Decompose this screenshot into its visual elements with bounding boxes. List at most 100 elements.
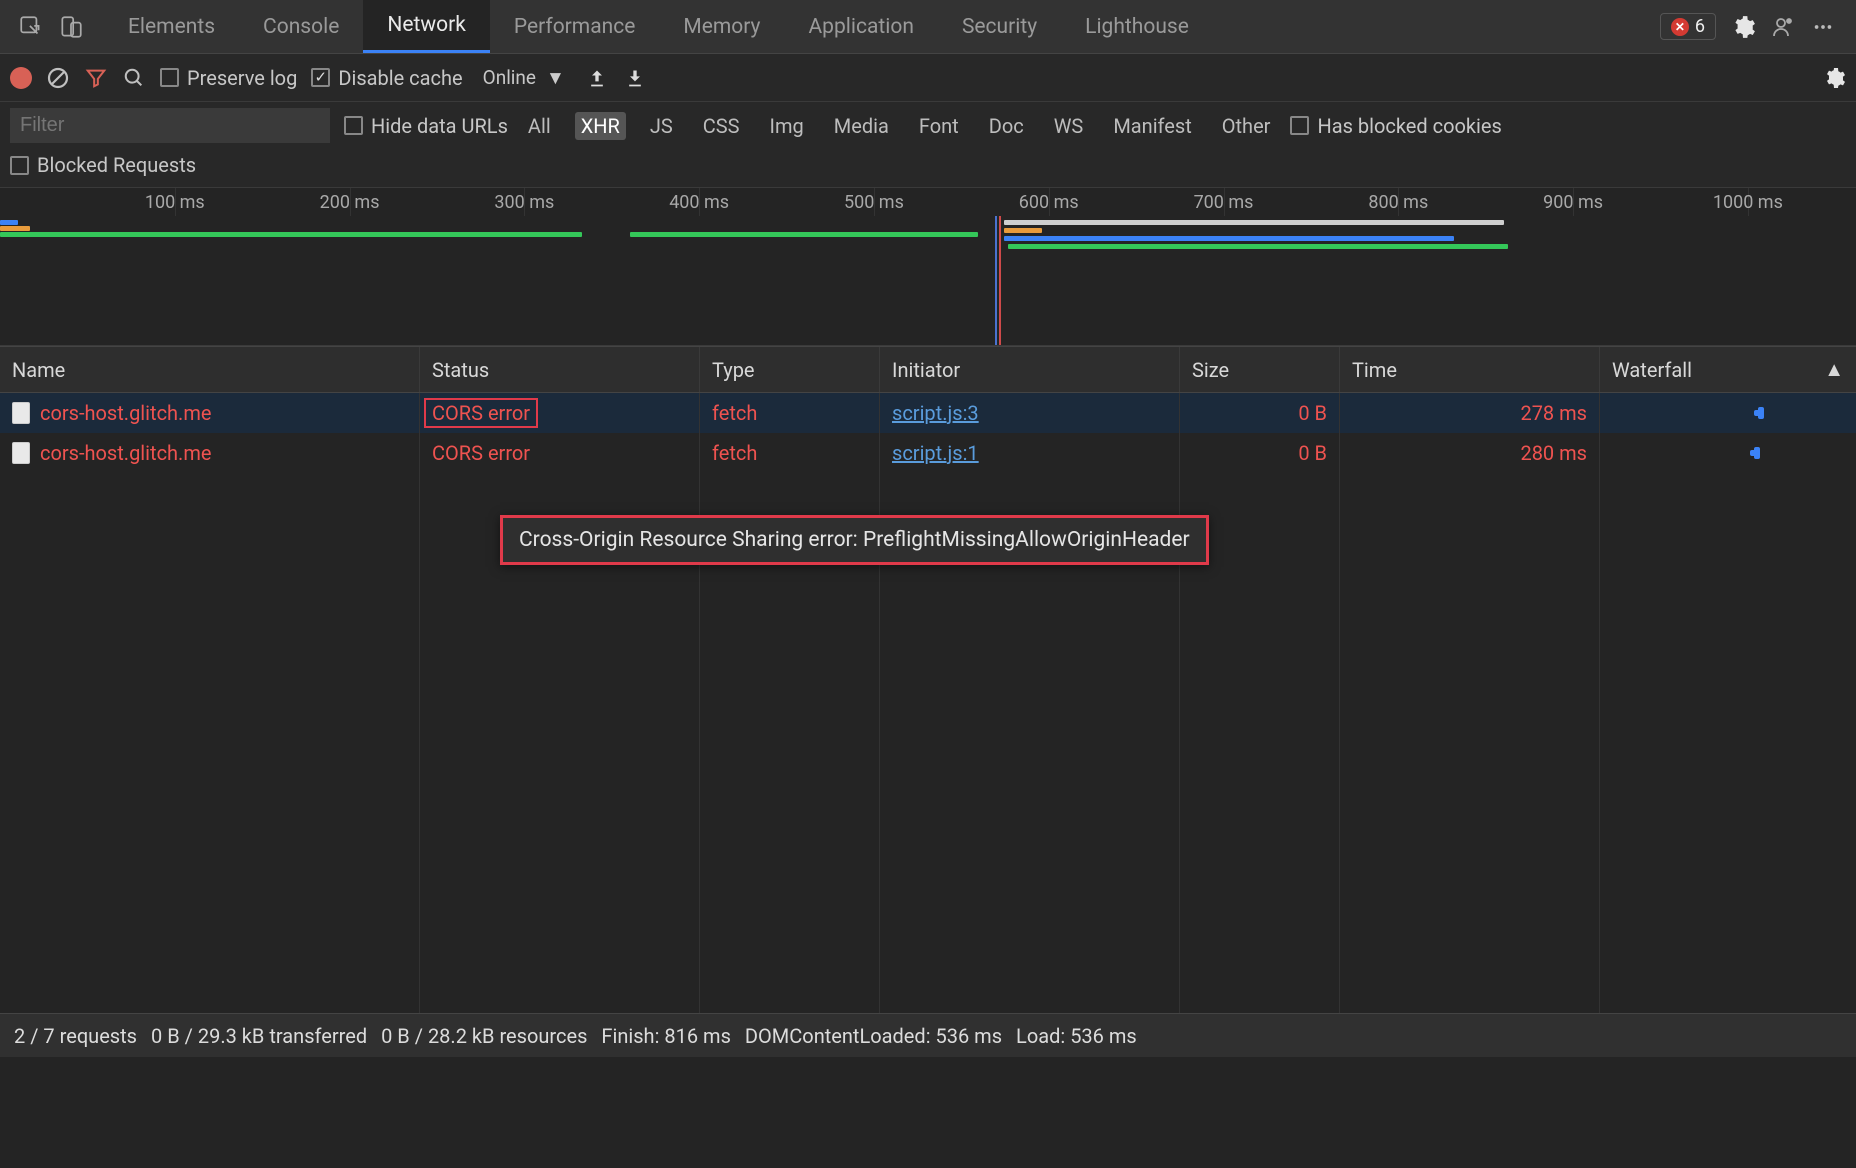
footer-transferred: 0 B / 29.3 kB transferred [151, 1024, 367, 1048]
table-row[interactable]: cors-host.glitch.me CORS errorfetchscript… [0, 433, 1856, 473]
timeline-tick: 600 ms [1019, 192, 1079, 213]
col-name[interactable]: Name [0, 347, 420, 392]
type-filter-img[interactable]: Img [764, 112, 810, 140]
blocked-requests-checkbox[interactable]: Blocked Requests [10, 153, 196, 177]
has-blocked-cookies-label: Has blocked cookies [1317, 114, 1501, 138]
footer-finish: Finish: 816 ms [601, 1024, 731, 1048]
timeline-tick: 500 ms [844, 192, 904, 213]
request-type: fetch [700, 393, 880, 433]
col-status[interactable]: Status [420, 347, 700, 392]
preserve-log-label: Preserve log [187, 66, 297, 90]
more-menu-icon[interactable] [1810, 14, 1836, 40]
table-row[interactable]: cors-host.glitch.me CORS errorfetchscript… [0, 393, 1856, 433]
type-filter-doc[interactable]: Doc [983, 112, 1030, 140]
document-icon [12, 442, 30, 464]
preserve-log-checkbox[interactable]: Preserve log [160, 66, 297, 90]
type-filter-media[interactable]: Media [828, 112, 895, 140]
settings-gear-icon[interactable] [1730, 14, 1756, 40]
search-icon[interactable] [122, 66, 146, 90]
request-size: 0 B [1180, 393, 1340, 433]
type-filter-css[interactable]: CSS [697, 112, 746, 140]
request-waterfall [1600, 433, 1856, 473]
status-footer: 2 / 7 requests 0 B / 29.3 kB transferred… [0, 1013, 1856, 1057]
disable-cache-label: Disable cache [338, 66, 462, 90]
tab-performance[interactable]: Performance [490, 0, 659, 53]
has-blocked-cookies-checkbox[interactable]: Has blocked cookies [1290, 114, 1501, 138]
filter-input[interactable] [10, 108, 330, 143]
timeline-tick: 100 ms [145, 192, 205, 213]
col-size[interactable]: Size [1180, 347, 1340, 392]
tab-console[interactable]: Console [239, 0, 363, 53]
col-waterfall[interactable]: Waterfall▲ [1600, 347, 1856, 392]
table-body: cors-host.glitch.me CORS errorfetchscript… [0, 393, 1856, 1013]
footer-dom: DOMContentLoaded: 536 ms [745, 1024, 1002, 1048]
request-waterfall [1600, 393, 1856, 433]
tab-security[interactable]: Security [938, 0, 1061, 53]
throttling-select[interactable]: Online ▼ [483, 66, 565, 90]
download-har-icon[interactable] [623, 66, 647, 90]
request-name: cors-host.glitch.me [40, 441, 211, 465]
timeline-tick: 700 ms [1194, 192, 1254, 213]
error-x-icon: ✕ [1671, 18, 1689, 36]
inspect-element-icon[interactable] [18, 14, 44, 40]
upload-har-icon[interactable] [585, 66, 609, 90]
request-status: CORS error [420, 433, 700, 473]
type-filter-xhr[interactable]: XHR [575, 112, 626, 140]
request-initiator[interactable]: script.js:1 [880, 433, 1180, 473]
chevron-down-icon: ▼ [546, 66, 565, 90]
request-size: 0 B [1180, 433, 1340, 473]
throttling-value: Online [483, 66, 536, 89]
type-filter-manifest[interactable]: Manifest [1107, 112, 1197, 140]
request-time: 278 ms [1340, 393, 1600, 433]
settings-gear-icon[interactable] [1822, 66, 1846, 90]
request-initiator[interactable]: script.js:3 [880, 393, 1180, 433]
sort-asc-icon: ▲ [1824, 357, 1844, 382]
request-name: cors-host.glitch.me [40, 401, 211, 425]
error-count-badge[interactable]: ✕ 6 [1660, 13, 1716, 40]
filter-funnel-icon[interactable] [84, 66, 108, 90]
network-toolbar: Preserve log Disable cache Online ▼ [0, 54, 1856, 102]
document-icon [12, 402, 30, 424]
timeline-overview[interactable]: 100 ms 200 ms 300 ms 400 ms 500 ms 600 ms 700 … [0, 188, 1856, 346]
request-type: fetch [700, 433, 880, 473]
type-filter-other[interactable]: Other [1216, 112, 1277, 140]
type-filter-js[interactable]: JS [644, 112, 679, 140]
col-initiator[interactable]: Initiator [880, 347, 1180, 392]
timeline-tick: 200 ms [320, 192, 380, 213]
tab-network[interactable]: Network [363, 0, 490, 53]
timeline-tick: 300 ms [494, 192, 554, 213]
cors-error-tooltip: Cross-Origin Resource Sharing error: Pre… [500, 515, 1209, 565]
footer-load: Load: 536 ms [1016, 1024, 1137, 1048]
error-count: 6 [1695, 16, 1705, 37]
filter-bar: Hide data URLs All XHR JS CSS Img Media Font Do… [0, 102, 1856, 147]
col-type[interactable]: Type [700, 347, 880, 392]
disable-cache-checkbox[interactable]: Disable cache [311, 66, 462, 90]
tab-application[interactable]: Application [784, 0, 937, 53]
blocked-requests-row: Blocked Requests [0, 147, 1856, 188]
footer-resources: 0 B / 28.2 kB resources [381, 1024, 587, 1048]
timeline-tick: 900 ms [1543, 192, 1603, 213]
type-filter-ws[interactable]: WS [1048, 112, 1090, 140]
account-icon[interactable] [1770, 14, 1796, 40]
clear-icon[interactable] [46, 66, 70, 90]
requests-table: Name Status Type Initiator Size Time Wat… [0, 346, 1856, 1013]
record-button[interactable] [10, 67, 32, 89]
blocked-requests-label: Blocked Requests [37, 153, 196, 177]
request-status: CORS error [420, 393, 700, 433]
footer-requests: 2 / 7 requests [14, 1024, 137, 1048]
panel-tabs: ElementsConsoleNetworkPerformanceMemoryA… [104, 0, 1213, 53]
type-filter-font[interactable]: Font [913, 112, 965, 140]
request-time: 280 ms [1340, 433, 1600, 473]
timeline-tick: 800 ms [1368, 192, 1428, 213]
timeline-tick: 1000 ms [1713, 192, 1783, 213]
tab-memory[interactable]: Memory [659, 0, 784, 53]
col-time[interactable]: Time [1340, 347, 1600, 392]
type-filter-all[interactable]: All [522, 112, 557, 140]
device-toolbar-icon[interactable] [58, 14, 84, 40]
type-filter-group: All XHR JS CSS Img Media Font Doc WS Manifest Othe… [522, 112, 1277, 140]
tab-elements[interactable]: Elements [104, 0, 239, 53]
timeline-tick: 400 ms [669, 192, 729, 213]
devtools-tab-bar: ElementsConsoleNetworkPerformanceMemoryA… [0, 0, 1856, 54]
tab-lighthouse[interactable]: Lighthouse [1061, 0, 1213, 53]
hide-data-urls-checkbox[interactable]: Hide data URLs [344, 114, 508, 138]
